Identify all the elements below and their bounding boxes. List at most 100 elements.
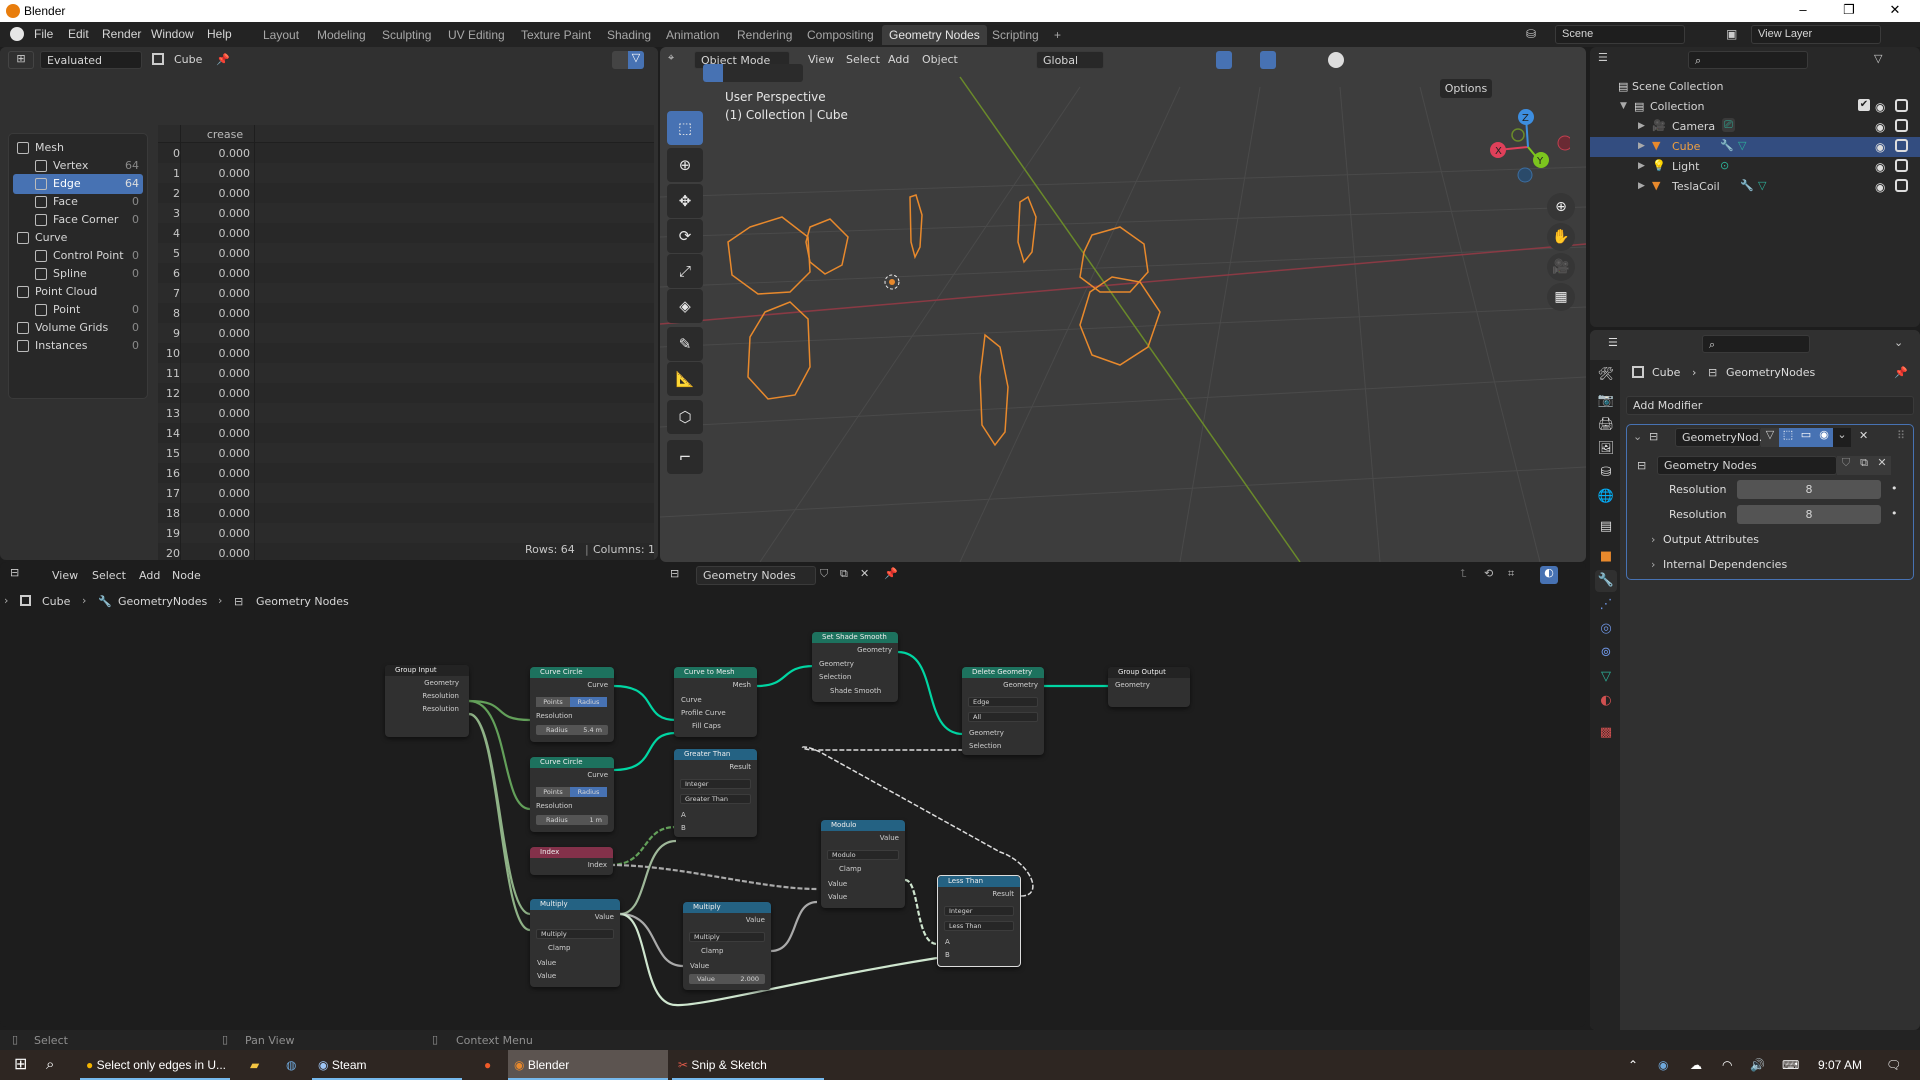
- tab-modeling[interactable]: Modeling: [310, 25, 373, 45]
- search-icon[interactable]: ⌕: [40, 1050, 54, 1080]
- shade-smooth-checkbox[interactable]: Shade Smooth: [830, 687, 881, 695]
- node-curve-circle-1[interactable]: Curve Circle Curve Points Radius Resolut…: [530, 667, 614, 742]
- fake-user-shield-icon[interactable]: ⛉: [1837, 456, 1855, 475]
- visibility-eye-icon[interactable]: ◉: [1875, 180, 1885, 194]
- modifier-wrench-icon[interactable]: 🔧: [1720, 139, 1734, 152]
- tab-world[interactable]: 🌐: [1595, 486, 1617, 508]
- tab-shading[interactable]: Shading: [600, 25, 658, 45]
- move-tool[interactable]: ✥: [667, 184, 703, 218]
- evaluation-dropdown[interactable]: Evaluated: [40, 51, 142, 69]
- tab-tool[interactable]: 🛠: [1595, 364, 1617, 386]
- keyframe-dot-icon[interactable]: •: [1891, 507, 1898, 520]
- mesh-data-icon[interactable]: ▽: [1758, 179, 1766, 192]
- zoom-view-icon[interactable]: ⊕: [1547, 193, 1575, 221]
- menu-render[interactable]: Render: [102, 27, 141, 41]
- outliner-item-collection[interactable]: ▼ ▤ Collection ✔ ◉: [1590, 97, 1920, 117]
- domain-item-curve[interactable]: Curve: [13, 228, 143, 248]
- expand-icon[interactable]: ▶: [1638, 141, 1645, 151]
- volume-icon[interactable]: 🔊: [1744, 1050, 1765, 1080]
- maximize-button[interactable]: ❐: [1826, 2, 1872, 20]
- tab-constraints[interactable]: ⊚: [1595, 642, 1617, 664]
- editor-type-icon[interactable]: ☰: [1608, 336, 1618, 349]
- node-modulo[interactable]: Modulo Value Modulo Clamp Value Value: [821, 820, 905, 908]
- view-layer-selector[interactable]: View Layer: [1751, 25, 1881, 44]
- render-camera-icon[interactable]: [1895, 139, 1908, 152]
- minimize-button[interactable]: –: [1780, 2, 1826, 20]
- node-greater-than[interactable]: Greater Than Result Integer Greater Than…: [674, 749, 757, 837]
- tab-output[interactable]: 🖨: [1595, 414, 1617, 436]
- overlay-toggle[interactable]: [1260, 51, 1276, 69]
- outliner-item-teslacoil[interactable]: ▶ ▼ TeslaCoil 🔧 ▽ ◉: [1590, 177, 1920, 197]
- tab-sculpting[interactable]: Sculpting: [375, 25, 438, 45]
- display-mode-icon[interactable]: ☰: [1598, 51, 1608, 64]
- viewport-display-toggle[interactable]: ▭: [1797, 428, 1815, 447]
- domain-item-edge[interactable]: Edge 64: [13, 174, 143, 194]
- operation-dropdown[interactable]: Greater Than: [680, 794, 751, 804]
- radius-field[interactable]: Radius 1 m: [536, 815, 608, 825]
- node-group-output[interactable]: Group Output Geometry: [1108, 667, 1190, 707]
- resolution-input-2[interactable]: 8: [1737, 505, 1881, 524]
- 3d-viewport[interactable]: ⌖ Object Mode View Select Add Object Glo…: [660, 47, 1586, 562]
- node-group-selector[interactable]: Geometry Nodes: [1657, 456, 1837, 475]
- camera-data-icon[interactable]: ⎚: [1722, 118, 1735, 132]
- add-cube-tool[interactable]: ⬡: [667, 400, 703, 434]
- properties-search-input[interactable]: ⌕: [1702, 335, 1810, 353]
- domain-item-mesh[interactable]: Mesh: [13, 138, 143, 158]
- modifier-wrench-icon[interactable]: 🔧: [1740, 179, 1754, 192]
- navigation-gizmo[interactable]: X Z Y: [1490, 107, 1570, 187]
- domain-item-control-point[interactable]: Control Point 0: [13, 246, 143, 266]
- wifi-icon[interactable]: ◠: [1716, 1050, 1732, 1080]
- menu-view[interactable]: View: [808, 53, 834, 66]
- select-new-button[interactable]: [703, 64, 723, 82]
- visibility-eye-icon[interactable]: ◉: [1875, 100, 1885, 114]
- file-explorer-icon[interactable]: ▰: [244, 1050, 259, 1080]
- tab-render[interactable]: 📷: [1595, 390, 1617, 412]
- duplicate-icon[interactable]: ⧉: [1855, 456, 1873, 475]
- node-group-input[interactable]: Group Input Geometry Resolution Resoluti…: [385, 665, 469, 737]
- visibility-eye-icon[interactable]: ◉: [1875, 160, 1885, 174]
- menu-edit[interactable]: Edit: [68, 27, 89, 41]
- data-type-dropdown[interactable]: Integer: [680, 779, 751, 789]
- expand-icon[interactable]: ▶: [1638, 121, 1645, 131]
- mode-points-button[interactable]: Points: [536, 697, 570, 707]
- column-header-crease[interactable]: crease: [200, 128, 250, 141]
- light-data-icon[interactable]: ⊙: [1720, 159, 1729, 172]
- solid-shading-button[interactable]: [1328, 52, 1344, 68]
- render-camera-icon[interactable]: [1895, 99, 1908, 112]
- options-dropdown[interactable]: Options: [1440, 79, 1492, 98]
- gizmo-toggle[interactable]: [1216, 51, 1232, 69]
- tab-collection[interactable]: ▤: [1595, 516, 1617, 538]
- render-camera-icon[interactable]: [1895, 119, 1908, 132]
- measure-tool[interactable]: 📐: [667, 362, 703, 396]
- keyboard-icon[interactable]: ⌨: [1776, 1050, 1799, 1080]
- resolution-input-1[interactable]: 8: [1737, 480, 1881, 499]
- mode-radius-button[interactable]: Radius: [570, 697, 607, 707]
- domain-item-face[interactable]: Face 0: [13, 192, 143, 212]
- fill-caps-checkbox[interactable]: Fill Caps: [692, 722, 721, 730]
- godot-icon[interactable]: ◍: [280, 1050, 296, 1080]
- taskbar-snip-sketch[interactable]: ✂ Snip & Sketch: [672, 1050, 824, 1080]
- tab-data[interactable]: ▽: [1595, 666, 1617, 688]
- outliner-item-light[interactable]: ▶ 💡 Light ⊙ ◉: [1590, 157, 1920, 177]
- filter-icon[interactable]: ▽: [628, 51, 644, 69]
- clamp-checkbox[interactable]: Clamp: [701, 947, 723, 955]
- node-delete-geometry[interactable]: Delete Geometry Geometry Edge All Geomet…: [962, 667, 1044, 755]
- clock[interactable]: 9:07 AM: [1812, 1050, 1862, 1080]
- tab-rendering[interactable]: Rendering: [730, 25, 799, 45]
- remove-modifier-icon[interactable]: ✕: [1859, 429, 1868, 442]
- notifications-icon[interactable]: 🗨: [1880, 1050, 1901, 1080]
- editor-type-icon[interactable]: ⌖: [668, 51, 674, 65]
- internal-dependencies-panel[interactable]: Internal Dependencies: [1663, 558, 1787, 571]
- tab-layout[interactable]: Layout: [256, 25, 306, 45]
- mesh-data-icon[interactable]: ▽: [1738, 139, 1746, 152]
- exclude-checkbox[interactable]: ✔: [1858, 99, 1870, 111]
- tab-texture[interactable]: ▩: [1595, 722, 1617, 744]
- operation-dropdown[interactable]: Less Than: [944, 921, 1014, 931]
- tab-geometry-nodes[interactable]: Geometry Nodes: [882, 25, 987, 45]
- options-chevron-icon[interactable]: ⌄: [1894, 336, 1903, 349]
- outliner-item-camera[interactable]: ▶ 🎥 Camera ⎚ ◉: [1590, 117, 1920, 137]
- tab-compositing[interactable]: Compositing: [800, 25, 881, 45]
- ortho-toggle-icon[interactable]: ▦: [1547, 283, 1575, 311]
- taskbar-chrome[interactable]: ● Select only edges in U...: [80, 1050, 230, 1080]
- expand-icon[interactable]: ▼: [1620, 101, 1627, 111]
